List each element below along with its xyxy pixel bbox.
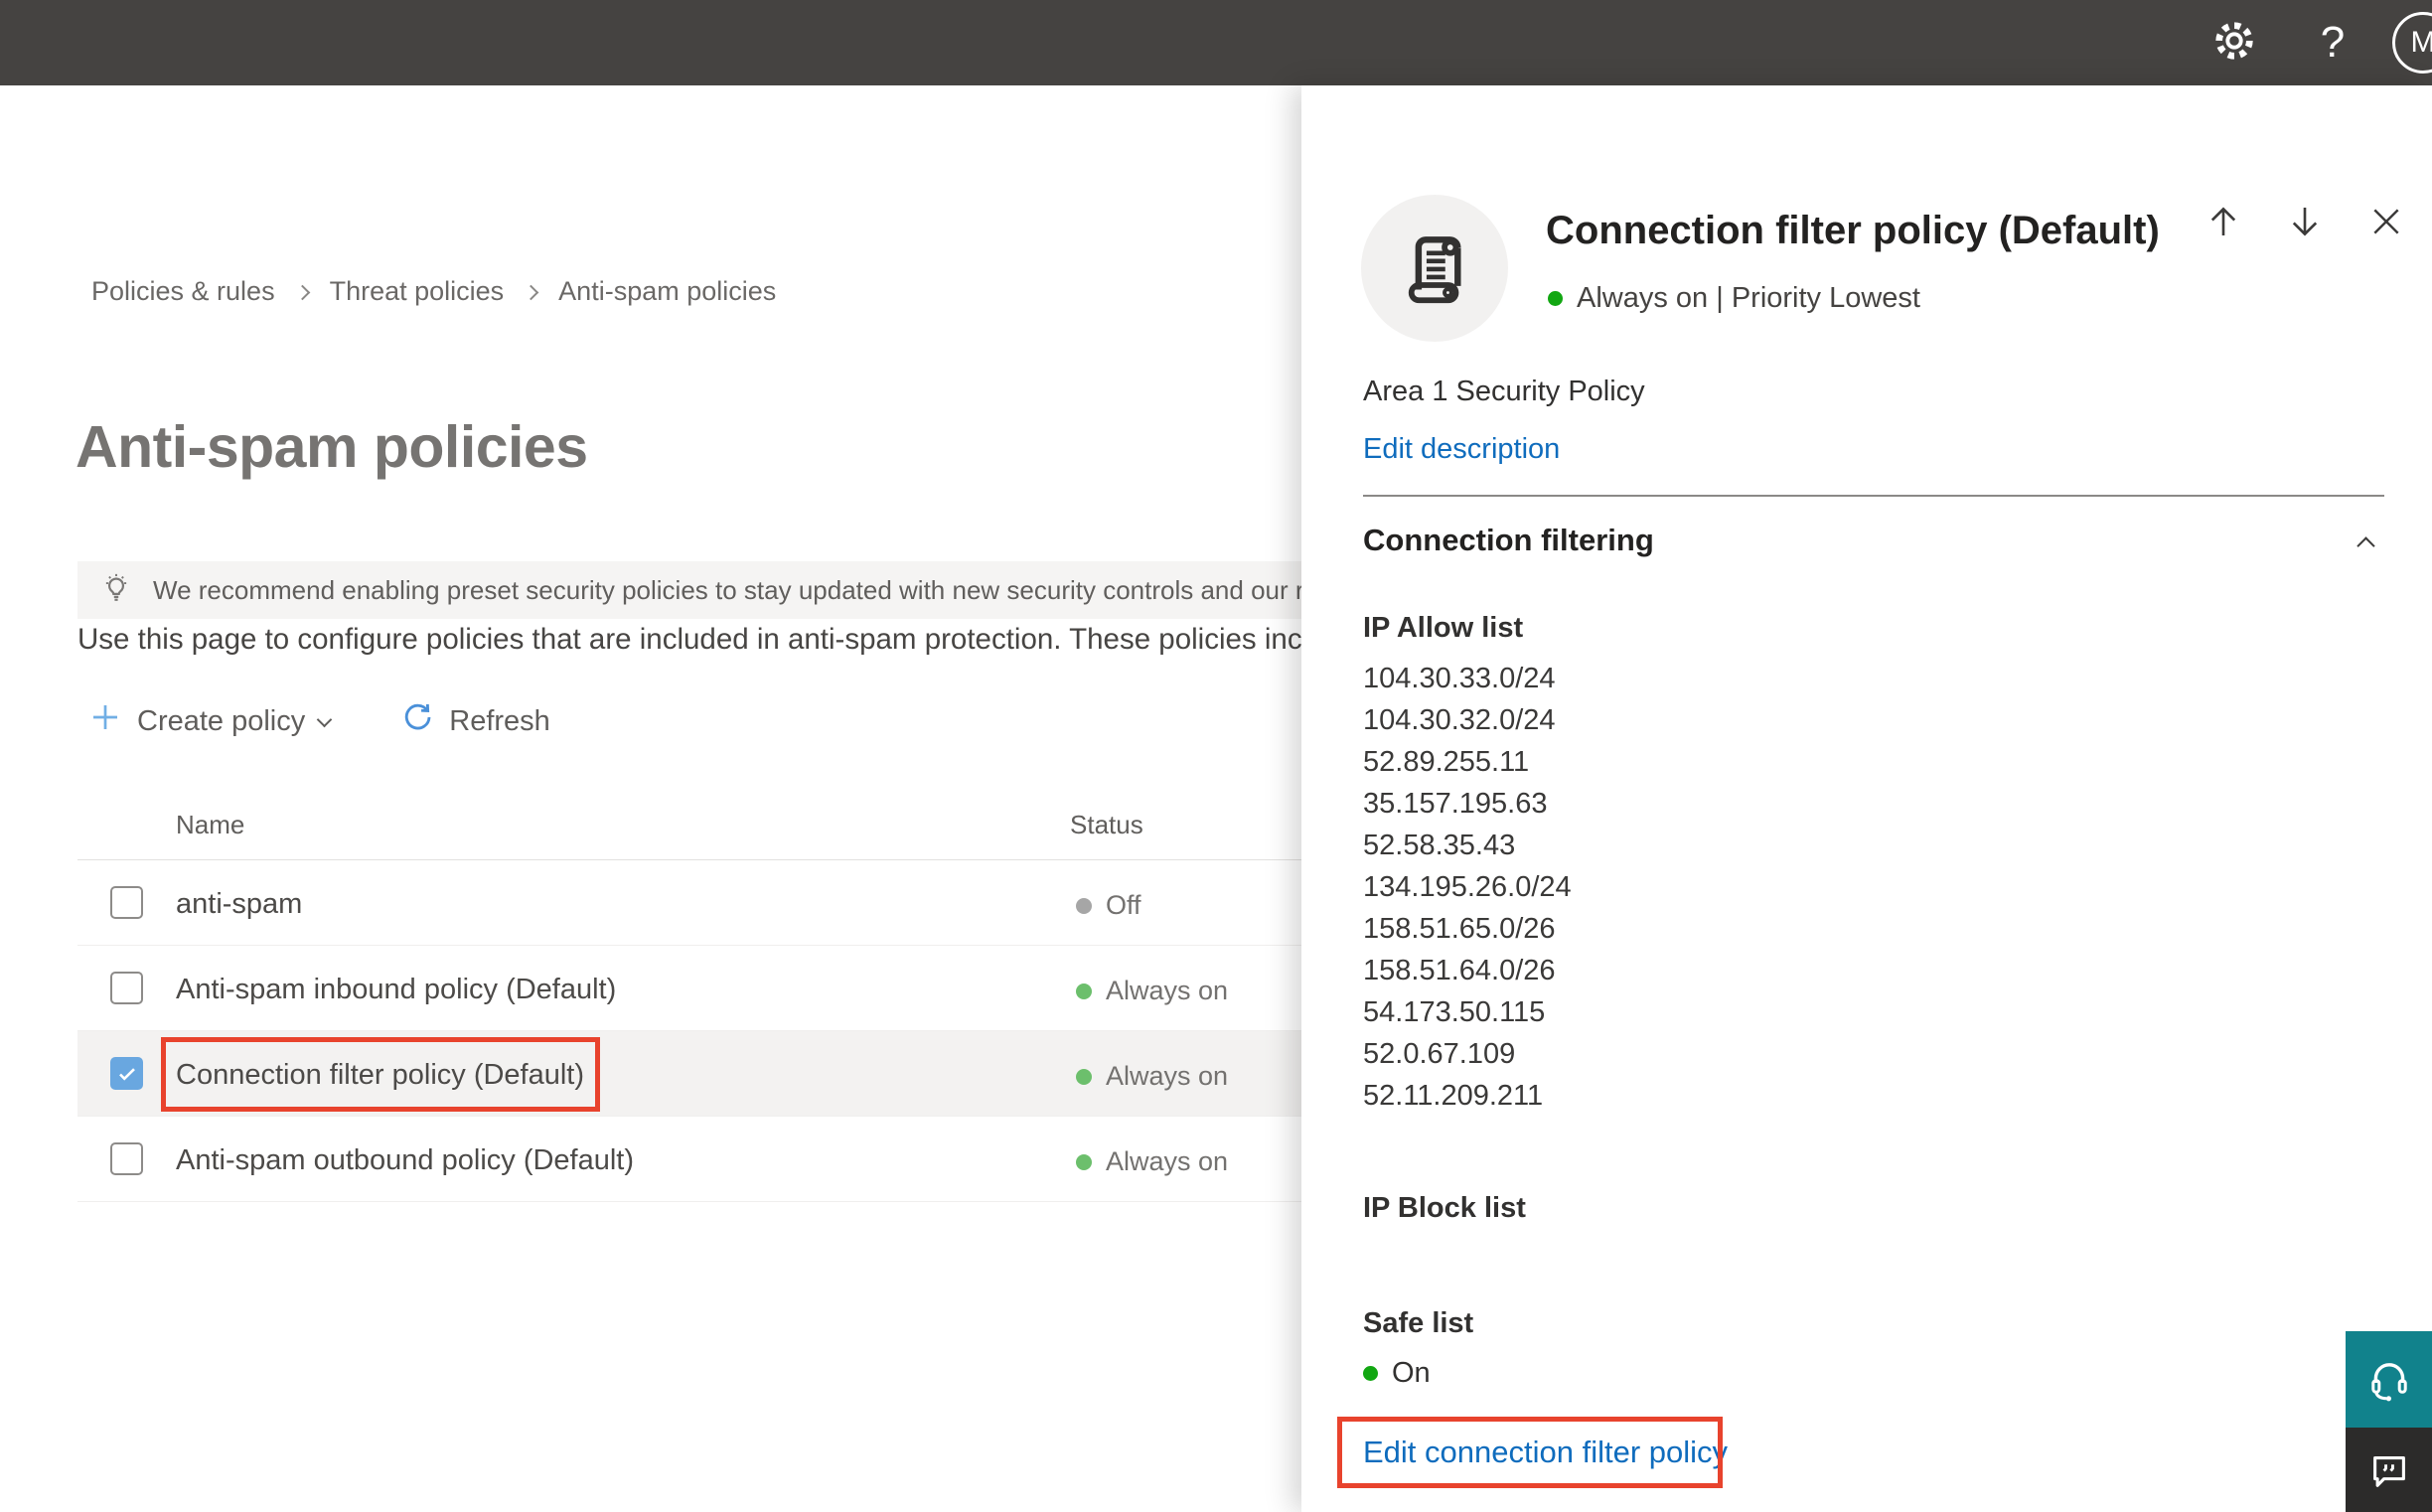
ip-entry: 52.89.255.11 (1363, 746, 1530, 778)
edit-description-link[interactable]: Edit description (1363, 433, 1560, 465)
banner-text: We recommend enabling preset security po… (153, 574, 1301, 605)
status-cell: Always on (1076, 1061, 1228, 1092)
table-header: Name Status (77, 786, 1301, 860)
flyout-status-label: Always on | Priority Lowest (1577, 282, 1920, 314)
command-bar: Create policy Refresh (87, 695, 550, 747)
chevron-up-icon (2356, 536, 2375, 555)
policy-icon-badge (1361, 195, 1508, 342)
policy-name: Anti-spam outbound policy (Default) (176, 1144, 635, 1176)
table-row[interactable]: anti-spam Off (77, 860, 1301, 946)
create-policy-button[interactable]: Create policy (87, 699, 333, 743)
help-icon: ? (2320, 18, 2346, 67)
flyout-title: Connection filter policy (Default) (1546, 209, 2160, 252)
status-dot-on (1548, 291, 1563, 306)
breadcrumb-threat-policies[interactable]: Threat policies (330, 276, 505, 307)
status-dot-on (1076, 983, 1092, 999)
support-button[interactable] (2346, 1331, 2432, 1428)
recommendation-banner: We recommend enabling preset security po… (77, 561, 1301, 619)
safe-list-label: Safe list (1363, 1307, 1474, 1339)
refresh-button[interactable]: Refresh (399, 699, 550, 743)
gear-icon (2211, 18, 2257, 69)
create-policy-label: Create policy (137, 704, 306, 737)
status-dot-on (1363, 1366, 1378, 1381)
row-checkbox[interactable] (110, 972, 143, 1004)
ip-entry: 54.173.50.115 (1363, 996, 1546, 1028)
chevron-down-icon (316, 711, 333, 727)
avatar: M (2392, 12, 2432, 74)
row-checkbox[interactable] (110, 1142, 143, 1175)
status-label: Always on (1106, 1146, 1229, 1176)
checkmark-icon (118, 1067, 135, 1081)
ip-entry: 52.0.67.109 (1363, 1038, 1516, 1070)
help-button[interactable]: ? (2300, 0, 2365, 85)
safe-list-status: On (1363, 1357, 1431, 1390)
settings-button[interactable] (2202, 0, 2267, 85)
column-header-name[interactable]: Name (176, 810, 244, 840)
status-cell: Off (1076, 890, 1141, 921)
chevron-right-icon (294, 284, 310, 301)
status-cell: Always on (1076, 1146, 1228, 1177)
ip-entry: 52.58.35.43 (1363, 830, 1516, 861)
connection-filtering-section-header: Connection filtering (1363, 523, 2384, 558)
status-dot-on (1076, 1153, 1092, 1170)
flyout-status-line: Always on | Priority Lowest (1548, 282, 1920, 315)
safe-list-status-label: On (1392, 1357, 1431, 1389)
policies-table: Name Status anti-spam Off Anti-spam inbo… (77, 786, 1301, 1202)
ip-entry: 35.157.195.63 (1363, 788, 1548, 820)
edit-description-link-wrap: Edit description (1363, 433, 1560, 466)
top-app-bar: ? M (0, 0, 2432, 85)
refresh-icon (399, 699, 435, 743)
breadcrumb-policies-rules[interactable]: Policies & rules (91, 276, 275, 307)
ip-entry: 104.30.33.0/24 (1363, 663, 1556, 694)
chevron-right-icon (523, 284, 539, 301)
row-checkbox[interactable] (110, 886, 143, 919)
table-row-selected[interactable]: Connection filter policy (Default) Alway… (77, 1031, 1301, 1117)
collapse-section-button[interactable] (2356, 525, 2389, 555)
headset-icon (2370, 1362, 2407, 1401)
refresh-label: Refresh (449, 704, 550, 737)
status-dot-off (1076, 897, 1092, 914)
policy-details-flyout: Connection filter policy (Default) Alway… (1301, 85, 2432, 1512)
main-content: Policies & rules Threat policies Anti-sp… (0, 85, 1301, 1512)
account-button[interactable]: M (2388, 0, 2432, 85)
policy-name: Anti-spam inbound policy (Default) (176, 974, 617, 1005)
edit-connection-filter-link-wrap: Edit connection filter policy (1363, 1435, 1728, 1470)
scroll-policy-icon (1408, 236, 1461, 304)
ip-allow-list: 104.30.33.0/24 104.30.32.0/24 52.89.255.… (1363, 658, 1572, 1117)
feedback-chat-icon (2372, 1455, 2405, 1487)
ip-block-list-label: IP Block list (1363, 1192, 1526, 1224)
status-cell: Always on (1076, 976, 1228, 1006)
page-description: Use this page to configure policies that… (77, 623, 1301, 656)
table-row[interactable]: Anti-spam outbound policy (Default) Alwa… (77, 1117, 1301, 1202)
lightbulb-icon (97, 569, 135, 612)
ip-entry: 52.11.209.211 (1363, 1080, 1544, 1112)
ip-entry: 134.195.26.0/24 (1363, 871, 1572, 903)
ip-allow-list-label: IP Allow list (1363, 612, 1524, 644)
table-row[interactable]: Anti-spam inbound policy (Default) Alway… (77, 946, 1301, 1031)
page-title: Anti-spam policies (76, 414, 588, 480)
policy-name: anti-spam (176, 888, 303, 920)
status-label: Always on (1106, 1061, 1229, 1091)
ip-entry: 158.51.65.0/26 (1363, 913, 1556, 945)
divider (1363, 495, 2384, 497)
edit-connection-filter-policy-link[interactable]: Edit connection filter policy (1363, 1435, 1728, 1469)
feedback-button[interactable] (2346, 1428, 2432, 1512)
policy-name: Connection filter policy (Default) (176, 1059, 585, 1091)
section-title: Connection filtering (1363, 523, 1654, 557)
ip-entry: 158.51.64.0/26 (1363, 955, 1556, 986)
plus-icon (87, 699, 123, 743)
ip-entry: 104.30.32.0/24 (1363, 704, 1556, 736)
status-label: Always on (1106, 976, 1229, 1005)
security-portal-page: ? M Policies & rules Threat policies Ant… (0, 0, 2432, 1512)
breadcrumb: Policies & rules Threat policies Anti-sp… (91, 276, 776, 307)
row-checkbox-checked[interactable] (110, 1057, 143, 1090)
column-header-status[interactable]: Status (1070, 810, 1143, 840)
status-label: Off (1106, 890, 1141, 920)
status-dot-on (1076, 1068, 1092, 1085)
breadcrumb-anti-spam-policies[interactable]: Anti-spam policies (558, 276, 776, 307)
policy-description: Area 1 Security Policy (1363, 376, 1645, 407)
